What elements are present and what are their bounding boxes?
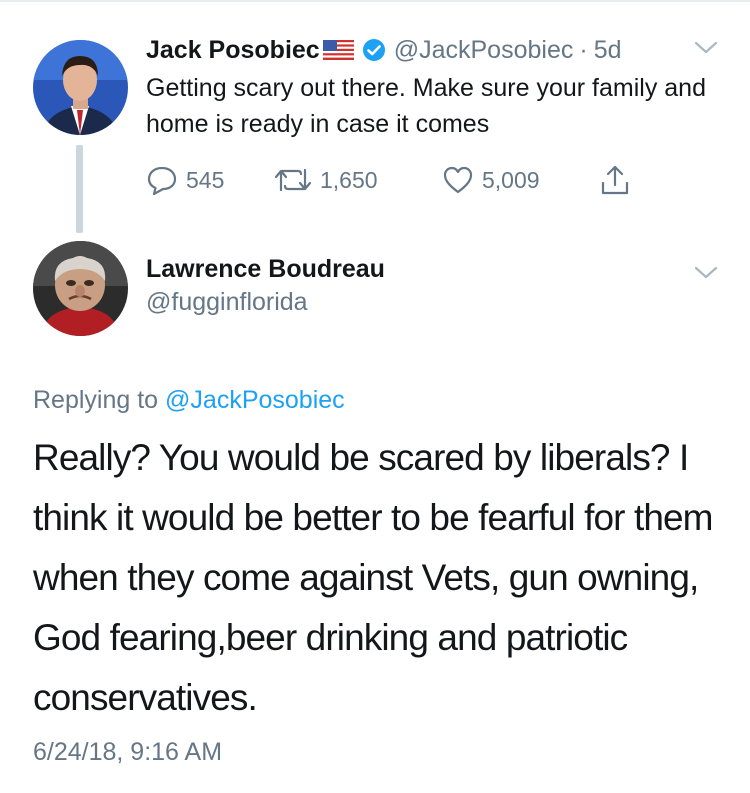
reply-count: 545 — [186, 166, 225, 193]
heart-icon — [443, 166, 473, 194]
thread-line — [76, 145, 83, 233]
replying-to-label: Replying to — [33, 386, 159, 414]
top-divider — [0, 0, 750, 2]
separator-dot: · — [579, 35, 588, 64]
parent-tweet-text: Getting scary out there. Make sure your … — [146, 74, 706, 138]
like-count: 5,009 — [482, 166, 540, 193]
reply-button[interactable]: 545 — [146, 162, 224, 198]
avatar-lawrence-boudreau[interactable] — [33, 241, 128, 336]
avatar-jack-posobiec[interactable] — [33, 40, 128, 135]
reply-author-name[interactable]: Lawrence Boudreau — [146, 255, 385, 284]
parent-author-name[interactable]: Jack Posobiec — [146, 36, 320, 65]
replying-to-line: Replying to @JackPosobiec — [33, 386, 345, 415]
replying-to-mention[interactable]: @JackPosobiec — [165, 386, 345, 414]
parent-tweet-header: Jack Posobiec @JackPosobiec · 5d — [146, 32, 622, 68]
verified-badge-icon — [362, 38, 386, 62]
chevron-down-icon[interactable] — [693, 265, 719, 281]
share-button[interactable] — [599, 162, 631, 198]
parent-tweet-time[interactable]: 5d — [594, 36, 622, 65]
reply-tweet-text: Really? You would be scared by liberals?… — [33, 437, 714, 718]
us-flag-icon — [322, 40, 354, 60]
reply-author-handle[interactable]: @fugginflorida — [146, 288, 308, 317]
chevron-down-icon[interactable] — [693, 40, 719, 56]
share-icon — [601, 165, 629, 195]
retweet-icon — [274, 168, 312, 192]
parent-author-handle[interactable]: @JackPosobiec — [394, 36, 574, 65]
reply-icon — [147, 166, 177, 196]
retweet-button[interactable]: 1,650 — [274, 162, 378, 198]
reply-timestamp[interactable]: 6/24/18, 9:16 AM — [33, 738, 222, 767]
retweet-count: 1,650 — [320, 166, 378, 193]
like-button[interactable]: 5,009 — [442, 162, 540, 198]
